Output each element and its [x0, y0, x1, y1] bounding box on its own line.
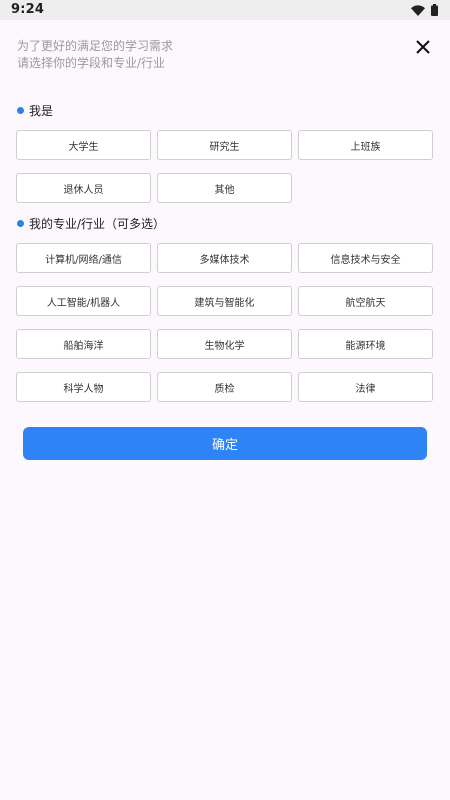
section-dot-icon [17, 107, 24, 114]
major-option-law[interactable]: 法律 [298, 372, 433, 402]
status-bar: 9:24 [0, 0, 450, 20]
confirm-button[interactable]: 确定 [23, 427, 427, 460]
header-hint-line2: 请选择你的学段和专业/行业 [17, 56, 166, 70]
header-hint-line1: 为了更好的满足您的学习需求 [17, 39, 174, 53]
identity-option-retired[interactable]: 退休人员 [16, 173, 151, 203]
identity-option-other[interactable]: 其他 [157, 173, 292, 203]
major-title-label: 我的专业/行业（可多选） [29, 217, 166, 231]
close-icon [416, 40, 430, 54]
close-button[interactable] [412, 36, 434, 58]
major-option-infosec[interactable]: 信息技术与安全 [298, 243, 433, 273]
status-icons [411, 3, 438, 17]
battery-icon [431, 4, 438, 16]
major-option-aerospace[interactable]: 航空航天 [298, 286, 433, 316]
identity-option-worker[interactable]: 上班族 [298, 130, 433, 160]
major-section-title: 我的专业/行业（可多选） [17, 215, 165, 232]
header-hint: 为了更好的满足您的学习需求 请选择你的学段和专业/行业 [17, 38, 173, 72]
major-option-multimedia[interactable]: 多媒体技术 [157, 243, 292, 273]
identity-option-graduate[interactable]: 研究生 [157, 130, 292, 160]
major-option-energy[interactable]: 能源环境 [298, 329, 433, 359]
status-time: 9:24 [11, 2, 45, 17]
identity-section-title: 我是 [17, 102, 53, 119]
major-option-science-figures[interactable]: 科学人物 [16, 372, 151, 402]
major-option-architecture[interactable]: 建筑与智能化 [157, 286, 292, 316]
identity-options: 大学生 研究生 上班族 退休人员 其他 [16, 130, 434, 203]
major-options: 计算机/网络/通信 多媒体技术 信息技术与安全 人工智能/机器人 建筑与智能化 … [16, 243, 434, 402]
wifi-icon [411, 4, 425, 16]
section-dot-icon [17, 220, 24, 227]
major-option-biochem[interactable]: 生物化学 [157, 329, 292, 359]
identity-title-label: 我是 [29, 104, 54, 118]
major-option-quality[interactable]: 质检 [157, 372, 292, 402]
major-option-ai-robotics[interactable]: 人工智能/机器人 [16, 286, 151, 316]
identity-option-college[interactable]: 大学生 [16, 130, 151, 160]
major-option-marine[interactable]: 船舶海洋 [16, 329, 151, 359]
major-option-computer[interactable]: 计算机/网络/通信 [16, 243, 151, 273]
